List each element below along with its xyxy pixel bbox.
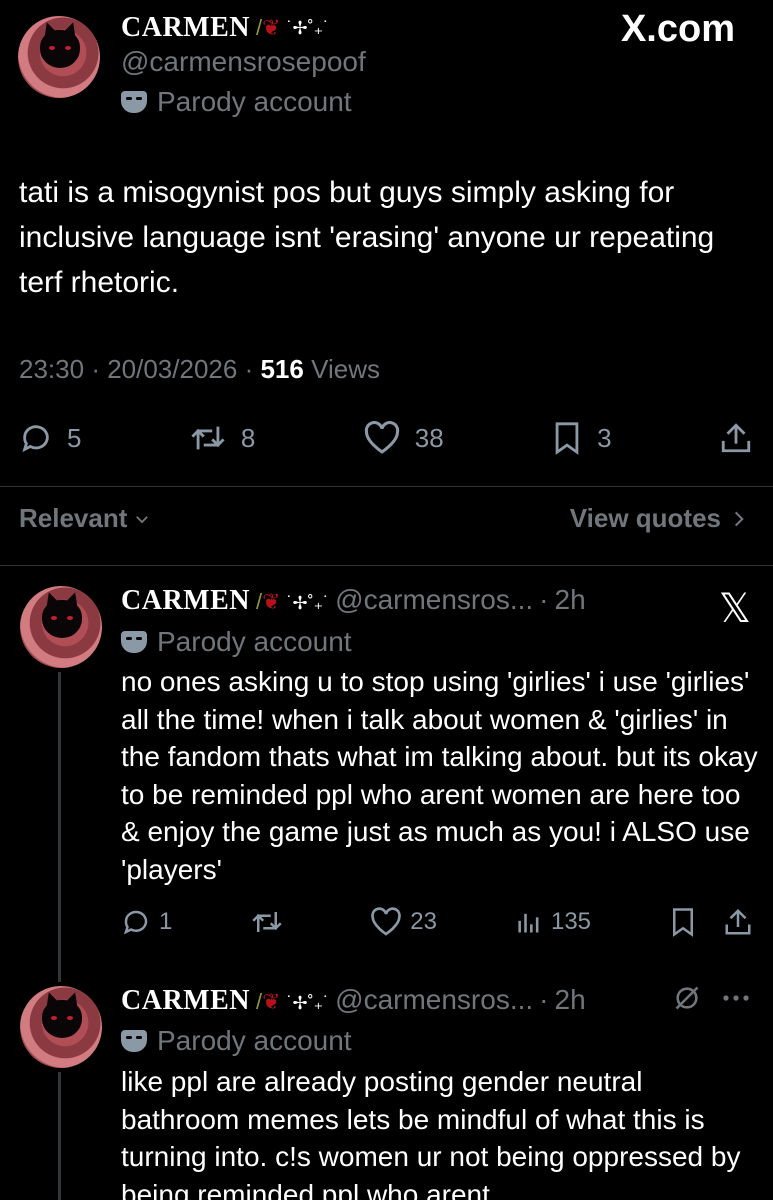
avatar[interactable]	[20, 586, 102, 668]
like-count: 38	[414, 422, 444, 453]
reply-actions: 1 23 135	[121, 902, 753, 942]
tweet-time[interactable]: 23:30	[19, 354, 84, 384]
reply-author-row[interactable]: CARMEN /❦ ˙✢˚₊˙ @carmensros... · 2h	[121, 984, 586, 1017]
theater-mask-icon	[121, 91, 147, 113]
reply-text: like ppl are already posting gender neut…	[121, 1066, 741, 1200]
view-quotes-label: View quotes	[569, 503, 721, 533]
grok-slash-icon[interactable]	[673, 984, 701, 1012]
heart-icon	[370, 907, 402, 937]
heart-icon	[363, 421, 401, 455]
reply-button[interactable]: 1	[121, 907, 172, 937]
reply-count: 1	[159, 908, 173, 935]
author-handle: @carmensros...	[335, 984, 534, 1015]
parody-label: Parody account	[121, 1025, 352, 1057]
views-count: 135	[550, 908, 592, 935]
sort-label: Relevant	[19, 503, 128, 533]
tweet-meta: 23:30 · 20/03/2026 · 516 Views	[19, 354, 380, 384]
reply-tools	[673, 984, 751, 1012]
rose-emoji-icon: /❦	[256, 15, 281, 40]
author-display-name: CARMEN	[121, 585, 250, 616]
repost-arrows-icon	[250, 907, 284, 937]
bookmark-button[interactable]: 3	[551, 421, 612, 455]
parody-label: Parody account	[121, 626, 352, 658]
view-quotes-link[interactable]: View quotes	[570, 503, 747, 534]
theater-mask-icon	[121, 1030, 147, 1052]
author-name-row[interactable]: CARMEN /❦ ˙✢˚₊˙	[121, 12, 329, 44]
decorative-symbols: ˙✢˚₊˙	[286, 17, 330, 38]
decorative-symbols: ˙✢˚₊˙	[286, 993, 330, 1013]
author-handle[interactable]: @carmensrosepoof	[121, 46, 366, 78]
repost-button[interactable]: 8	[189, 421, 255, 455]
like-count: 23	[410, 908, 437, 935]
thread-connector-line	[58, 672, 61, 982]
share-upload-icon[interactable]	[723, 907, 753, 937]
reply-author-row[interactable]: CARMEN /❦ ˙✢˚₊˙ @carmensros... · 2h	[121, 584, 586, 617]
avatar[interactable]	[18, 16, 100, 98]
repost-arrows-icon	[189, 421, 227, 455]
theater-mask-icon	[121, 631, 147, 653]
bookmark-count: 3	[597, 422, 612, 453]
avatar[interactable]	[20, 986, 102, 1068]
site-watermark: X.com	[620, 8, 735, 50]
parody-label: Parody account	[121, 86, 352, 118]
x-post-thread: CARMEN /❦ ˙✢˚₊˙ @carmensrosepoof Parody …	[0, 0, 773, 1200]
views-button[interactable]: 135	[515, 907, 591, 937]
parody-label-text: Parody account	[157, 626, 352, 657]
share-button[interactable]	[719, 421, 753, 455]
chevron-down-icon	[133, 510, 151, 528]
bookmark-icon[interactable]	[669, 907, 697, 937]
tweet-date[interactable]: 20/03/2026	[107, 354, 237, 384]
author-display-name: CARMEN	[121, 12, 250, 43]
bookmark-share-group	[669, 907, 753, 937]
divider	[0, 486, 773, 487]
share-upload-icon	[719, 421, 753, 455]
speech-bubble-icon	[19, 421, 53, 455]
like-button[interactable]: 23	[370, 907, 437, 937]
repost-button[interactable]	[250, 907, 292, 937]
reply-button[interactable]: 5	[19, 421, 81, 455]
thread-connector-line	[58, 1072, 61, 1200]
like-button[interactable]: 38	[363, 421, 444, 455]
reply-age: 2h	[554, 584, 586, 615]
sort-relevant-dropdown[interactable]: Relevant	[19, 503, 151, 534]
views-count: 516	[260, 354, 304, 384]
speech-bubble-icon	[121, 907, 151, 937]
reply-age: 2h	[554, 984, 586, 1015]
x-logo-icon: 𝕏	[718, 586, 751, 632]
views-label: Views	[311, 354, 380, 384]
reply-text: no ones asking u to stop using 'girlies'…	[121, 666, 758, 885]
parody-label-text: Parody account	[157, 1025, 352, 1056]
rose-emoji-icon: /❦	[256, 589, 281, 614]
tweet-actions: 5 8 38 3	[19, 418, 753, 458]
bookmark-icon	[551, 421, 583, 455]
chevron-right-icon	[731, 509, 747, 529]
author-handle: @carmensros...	[335, 584, 534, 615]
author-display-name: CARMEN	[121, 985, 250, 1016]
tweet-text: tati is a misogynist pos but guys simply…	[19, 176, 715, 299]
rose-emoji-icon: /❦	[256, 989, 281, 1014]
ellipsis-icon[interactable]	[721, 993, 751, 1003]
parody-label-text: Parody account	[157, 86, 352, 117]
bar-chart-icon	[515, 907, 543, 937]
reply-count: 5	[67, 422, 82, 453]
divider	[0, 565, 773, 566]
decorative-symbols: ˙✢˚₊˙	[286, 593, 330, 613]
repost-count: 8	[240, 422, 256, 453]
